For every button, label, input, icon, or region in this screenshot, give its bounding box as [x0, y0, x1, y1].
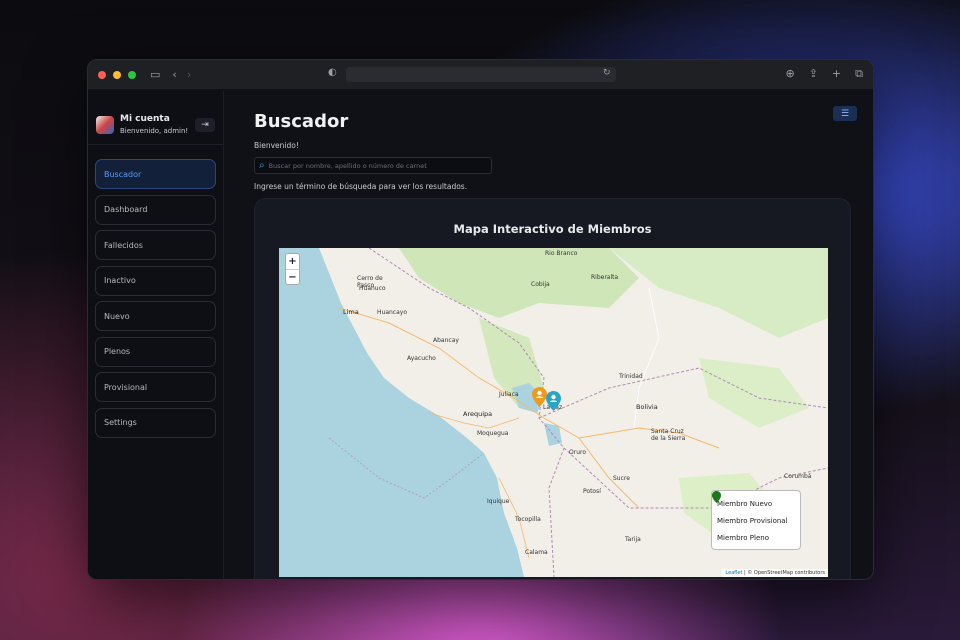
sidebar-item-dashboard[interactable]: Dashboard — [95, 194, 216, 225]
city-label: Cerro de Pasco — [357, 275, 383, 289]
sidebar-item-provisional[interactable]: Provisional — [95, 372, 216, 402]
map-attribution: Leaflet | © OpenStreetMap contributors — [722, 569, 828, 577]
maximize-window-button[interactable] — [128, 70, 136, 79]
city-label: Bolivia — [636, 403, 658, 411]
browser-window: ▭ ‹ › ◐ ↻ ⊕ ⇪ + ⧉ Mi cuenta Bienvenido, … — [87, 59, 874, 580]
legend-label: Miembro Nuevo — [717, 499, 773, 508]
sidebar-item-buscador[interactable]: Buscador — [95, 159, 216, 189]
forward-icon[interactable]: › — [187, 68, 191, 81]
window-controls — [98, 70, 136, 79]
city-label: Tarija — [625, 536, 641, 543]
sidebar-item-nuevo[interactable]: Nuevo — [95, 301, 216, 331]
city-label: Juliaca — [499, 391, 519, 398]
city-label: Lima — [343, 308, 359, 316]
new-tab-icon[interactable]: + — [832, 67, 841, 81]
logout-icon: ⇥ — [201, 119, 209, 130]
share-icon[interactable]: ⇪ — [809, 67, 818, 81]
city-label: Iquique — [487, 498, 510, 505]
address-bar[interactable] — [346, 67, 616, 82]
city-label: Trinidad — [619, 373, 643, 380]
shield-icon[interactable]: ◐ — [328, 67, 337, 78]
search-box: ⌕ — [254, 157, 492, 174]
city-label: Sucre — [613, 475, 630, 482]
zoom-out-button[interactable]: − — [286, 269, 299, 284]
main-content: ☰ Buscador Bienvenido! ⌕ Ingrese un térm… — [225, 91, 873, 579]
avatar — [96, 115, 114, 134]
search-input[interactable] — [268, 161, 479, 170]
sidebar-toggle-icon[interactable]: ▭ — [150, 68, 160, 81]
account-subtitle: Bienvenido, admin! — [120, 127, 189, 135]
hamburger-icon: ☰ — [840, 108, 850, 119]
legend-label: Miembro Provisional — [717, 516, 788, 525]
sidebar-item-fallecidos[interactable]: Fallecidos — [95, 230, 216, 260]
map-title: Mapa Interactivo de Miembros — [453, 222, 652, 236]
city-label: Arequipa — [463, 410, 493, 418]
city-label: Calama — [525, 549, 548, 556]
interactive-map[interactable]: + − Rio Branco Huánuco Cerro de Pasco Hu… — [279, 248, 828, 577]
legend-item: Miembro Nuevo — [712, 491, 795, 512]
legend-label: Miembro Pleno — [717, 533, 769, 542]
map-legend: Miembro Nuevo Miembro Provisional Miembr… — [711, 490, 801, 550]
green-pin-icon — [712, 491, 721, 503]
browser-titlebar: ▭ ‹ › ◐ ↻ ⊕ ⇪ + ⧉ — [88, 60, 873, 90]
city-label: Cobija — [531, 281, 550, 288]
sidebar-nav: Buscador Dashboard Fallecidos Inactivo N… — [88, 145, 223, 438]
legend-item: Miembro Pleno — [712, 491, 795, 546]
city-label: Corumbá — [784, 473, 812, 480]
logout-button[interactable]: ⇥ — [195, 117, 215, 132]
account-name: Mi cuenta — [120, 114, 170, 124]
city-label: Abancay — [433, 337, 459, 344]
city-label: Huancayo — [377, 309, 407, 316]
map-card: Mapa Interactivo de Miembros + − Rio Bra… — [254, 198, 851, 579]
sidebar-item-plenos[interactable]: Plenos — [95, 336, 216, 367]
city-label: Santa Cruz de la Sierra — [651, 428, 686, 442]
sidebar-item-settings[interactable]: Settings — [95, 407, 216, 438]
close-window-button[interactable] — [98, 70, 106, 79]
city-label: Moquegua — [477, 430, 509, 437]
tabs-overview-icon[interactable]: ⧉ — [855, 67, 863, 81]
city-label: Riberalta — [591, 274, 619, 281]
search-icon: ⌕ — [259, 160, 265, 171]
sidebar: Mi cuenta Bienvenido, admin! ⇥ Buscador … — [88, 91, 224, 579]
search-hint: Ingrese un término de búsqueda para ver … — [254, 182, 468, 191]
welcome-text: Bienvenido! — [254, 141, 299, 150]
sidebar-item-inactivo[interactable]: Inactivo — [95, 265, 216, 296]
city-label: Potosí — [583, 488, 601, 495]
menu-button[interactable]: ☰ — [833, 106, 857, 121]
member-marker-provisional[interactable] — [532, 387, 547, 407]
city-label: Ayacucho — [407, 355, 436, 362]
minimize-window-button[interactable] — [113, 70, 121, 79]
attribution-text: | © OpenStreetMap contributors — [742, 570, 825, 576]
page-title: Buscador — [254, 111, 349, 132]
city-label: Rio Branco — [545, 250, 578, 257]
city-label: Tocopilla — [515, 516, 541, 523]
legend-item: Miembro Provisional — [712, 491, 795, 529]
zoom-control: + − — [285, 253, 300, 285]
member-marker-nuevo[interactable] — [546, 391, 561, 411]
city-label: Oruro — [569, 449, 586, 456]
account-panel: Mi cuenta Bienvenido, admin! ⇥ — [88, 91, 223, 145]
download-icon[interactable]: ⊕ — [785, 67, 794, 81]
back-icon[interactable]: ‹ — [172, 68, 176, 81]
zoom-in-button[interactable]: + — [286, 254, 299, 269]
leaflet-link[interactable]: Leaflet — [725, 570, 742, 576]
reload-icon[interactable]: ↻ — [603, 68, 611, 78]
